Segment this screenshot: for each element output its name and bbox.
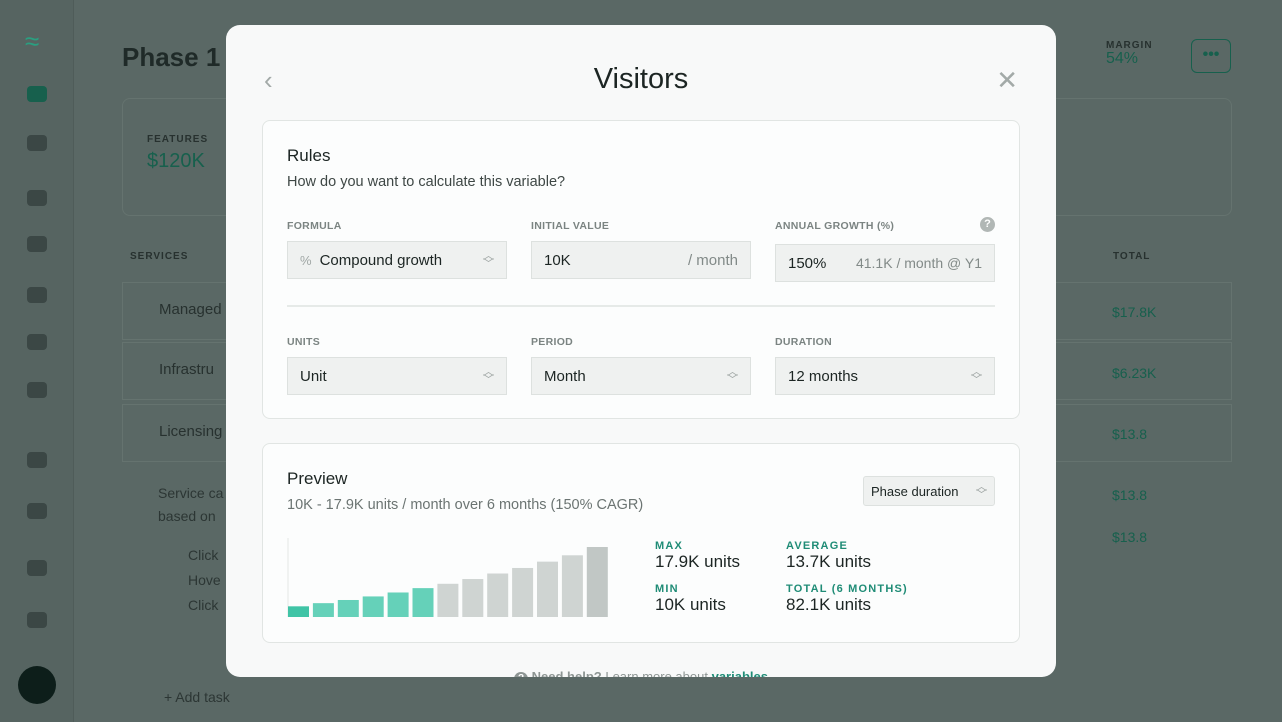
- bullet: Hove: [188, 572, 221, 588]
- initial-value-input[interactable]: 10K / month: [531, 241, 751, 279]
- document-icon[interactable]: [27, 452, 47, 468]
- chart-bar: [312, 603, 334, 617]
- chevron-updown-icon: ︿ ﹀: [483, 366, 494, 386]
- chevron-updown-icon: ︿ ﹀: [971, 366, 982, 386]
- average-value: 13.7K units: [786, 552, 872, 571]
- chart-bar: [561, 555, 583, 617]
- help-icon[interactable]: ?: [980, 217, 995, 232]
- divider: [287, 305, 995, 307]
- duration-label: DURATION: [775, 336, 833, 348]
- description: Service ca: [158, 485, 224, 501]
- min-value: 10K units: [655, 595, 726, 614]
- features-label: FEATURES: [147, 134, 209, 145]
- modal-title: Visitors: [593, 63, 689, 95]
- close-icon[interactable]: ✕: [996, 65, 1018, 96]
- annual-growth-label: ANNUAL GROWTH (%): [775, 220, 895, 232]
- description: based on: [158, 508, 216, 524]
- rules-panel: Rules How do you want to calculate this …: [262, 120, 1020, 419]
- preview-heading: Preview: [287, 469, 348, 488]
- row-name: Infrastru: [159, 361, 215, 378]
- chart-bar: [412, 588, 434, 617]
- bullet: Click: [188, 597, 219, 613]
- help-footer: ? Need help? Learn more about variables: [226, 669, 1056, 677]
- chevron-updown-icon: ︿ ﹀: [727, 366, 738, 386]
- brain-icon[interactable]: [27, 334, 47, 350]
- variables-link[interactable]: variables: [712, 669, 768, 677]
- rules-subheading: How do you want to calculate this variab…: [287, 174, 566, 190]
- range-select[interactable]: Phase duration ︿ ﹀: [863, 476, 995, 506]
- chart-bar: [337, 599, 359, 617]
- wand-icon[interactable]: [27, 503, 47, 519]
- formula-label: FORMULA: [287, 220, 342, 232]
- sidebar: ≈: [0, 0, 74, 722]
- total-label: TOTAL (6 MONTHS): [786, 583, 908, 595]
- features-value: $120K: [147, 150, 205, 172]
- row-total: $13.8: [1112, 487, 1148, 503]
- initial-value-label: INITIAL VALUE: [531, 220, 610, 232]
- page-title: Phase 1: [122, 42, 221, 72]
- max-value: 17.9K units: [655, 552, 741, 571]
- chart-bar: [437, 583, 459, 617]
- gear-icon[interactable]: [27, 382, 47, 398]
- services-label: SERVICES: [130, 251, 189, 262]
- formula-select[interactable]: % Compound growth ︿ ﹀: [287, 241, 507, 279]
- preview-summary: 10K - 17.9K units / month over 6 months …: [287, 497, 644, 513]
- avatar[interactable]: [18, 666, 56, 704]
- globe-icon[interactable]: [27, 287, 47, 303]
- chart-bar: [288, 606, 309, 617]
- average-label: AVERAGE: [786, 540, 848, 552]
- row-total: $6.23K: [1112, 365, 1157, 381]
- bullet: Click: [188, 547, 219, 563]
- units-label: UNITS: [287, 336, 320, 348]
- variable-modal: ‹ Visitors ✕ Rules How do you want to ca…: [226, 25, 1056, 677]
- chart-bar: [512, 567, 534, 617]
- logo-icon: ≈: [25, 26, 40, 56]
- margin-value: 54%: [1106, 50, 1139, 67]
- row-total: $13.8: [1112, 426, 1148, 442]
- chart-bar: [462, 579, 484, 617]
- team-icon[interactable]: [27, 135, 47, 151]
- preview-chart: [287, 538, 608, 617]
- chart-bar: [387, 592, 409, 617]
- chart-bar: [537, 561, 558, 617]
- row-total: $17.8K: [1112, 304, 1157, 320]
- user-icon[interactable]: [27, 190, 47, 206]
- chevron-updown-icon: ︿ ﹀: [976, 481, 987, 501]
- dashboard-icon[interactable]: [27, 86, 47, 102]
- row-name: Managed: [159, 301, 222, 318]
- units-select[interactable]: Unit ︿ ﹀: [287, 357, 507, 395]
- total-value: 82.1K units: [786, 595, 872, 614]
- period-label: PERIOD: [531, 336, 574, 348]
- row-total: $13.8: [1112, 529, 1148, 545]
- more-button[interactable]: •••: [1191, 39, 1231, 73]
- help-icon: ?: [514, 672, 529, 677]
- scale-icon[interactable]: [27, 236, 47, 252]
- row-name: Licensing: [159, 423, 223, 440]
- duration-select[interactable]: 12 months ︿ ﹀: [775, 357, 995, 395]
- chart-bar: [586, 547, 608, 617]
- chart-bar: [362, 596, 384, 617]
- preview-panel: Preview 10K - 17.9K units / month over 6…: [262, 443, 1020, 643]
- add-task-button[interactable]: + Add task: [164, 689, 230, 705]
- rules-heading: Rules: [287, 146, 331, 165]
- chevron-updown-icon: ︿ ﹀: [483, 250, 494, 270]
- period-select[interactable]: Month ︿ ﹀: [531, 357, 751, 395]
- annual-growth-input[interactable]: 150% 41.1K / month @ Y1: [775, 244, 995, 282]
- percent-icon: %: [300, 252, 312, 268]
- keyboard-icon[interactable]: [27, 560, 47, 576]
- help-icon[interactable]: [27, 612, 47, 628]
- min-label: MIN: [655, 583, 679, 595]
- total-label: TOTAL: [1113, 251, 1151, 262]
- max-label: MAX: [655, 540, 684, 552]
- chart-bar: [487, 573, 509, 617]
